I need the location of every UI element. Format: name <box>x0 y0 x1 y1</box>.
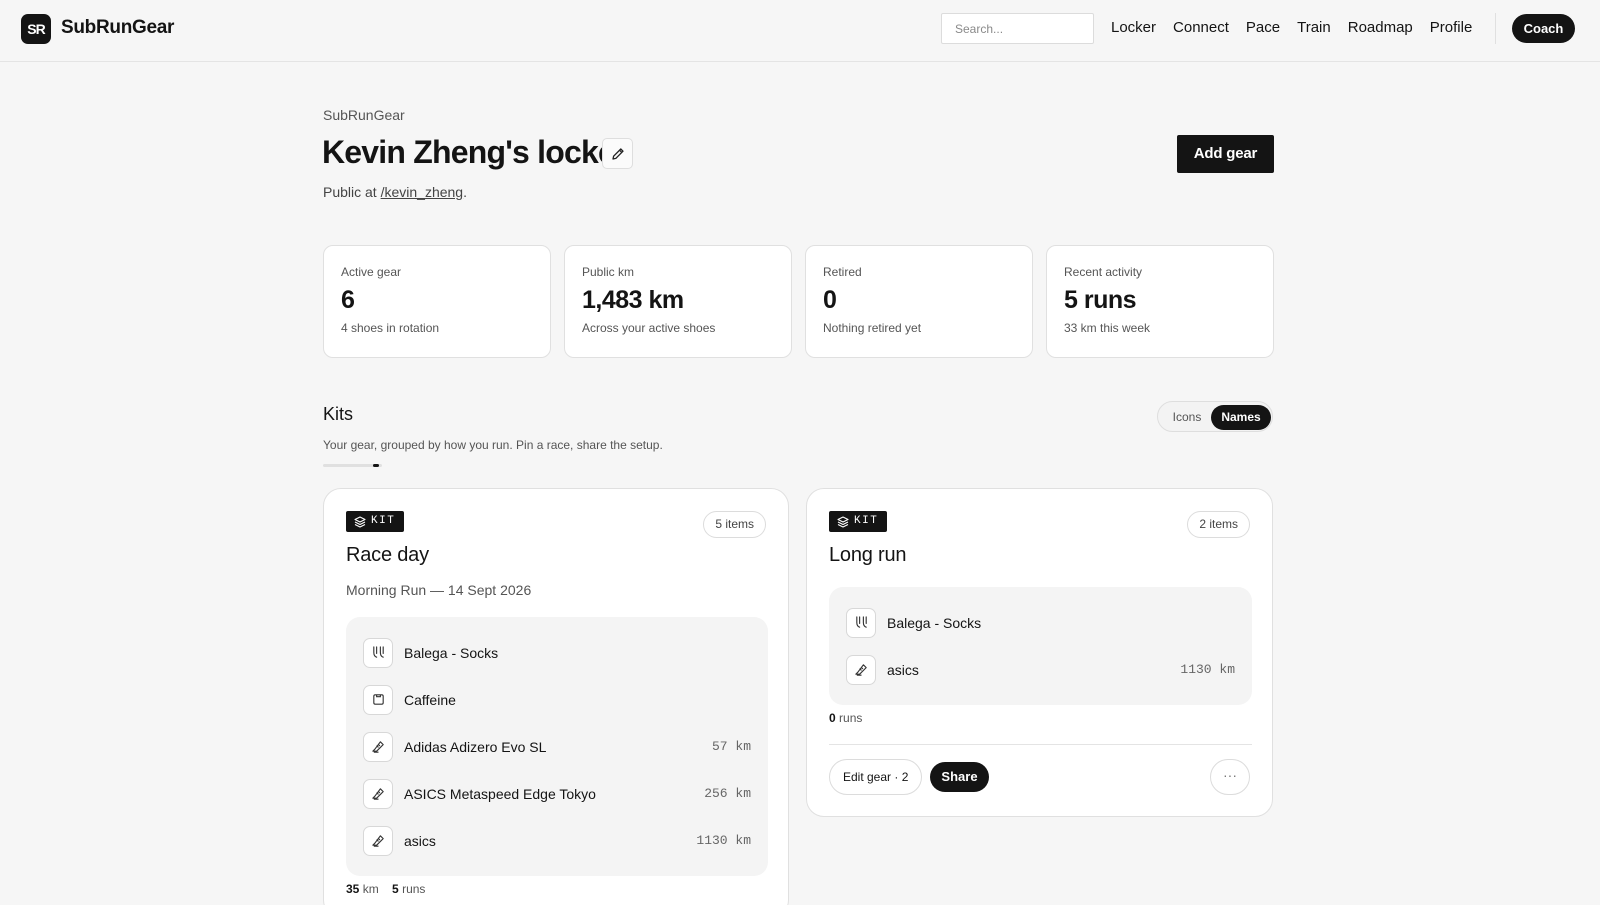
stat-label: Active gear <box>341 265 402 279</box>
kits-subheading: Your gear, grouped by how you run. Pin a… <box>323 438 663 452</box>
km-total-value: 35 <box>346 882 360 896</box>
nav-locker[interactable]: Locker <box>1111 19 1156 36</box>
list-item[interactable]: Balega - Socks <box>363 629 751 676</box>
kit-title[interactable]: Race day <box>346 544 429 567</box>
kit-totals: 35 km 5 runs <box>346 882 425 896</box>
nav-profile[interactable]: Profile <box>1430 19 1473 36</box>
kits-scroll-indicator[interactable] <box>323 464 382 467</box>
scroll-indicator-thumb[interactable] <box>373 464 380 467</box>
item-name: Adidas Adizero Evo SL <box>404 738 547 755</box>
item-name: asics <box>887 661 919 678</box>
toggle-names[interactable]: Names <box>1211 405 1271 430</box>
kit-item-list: Balega - Socks asics 1130 km <box>829 587 1252 705</box>
stat-subtext: Nothing retired yet <box>823 321 922 335</box>
stat-recent-activity: Recent activity 5 runs 33 km this week <box>1046 245 1274 358</box>
share-button[interactable]: Share <box>930 762 989 792</box>
stat-active-gear: Active gear 6 4 shoes in rotation <box>323 245 551 358</box>
kit-totals: 0 runs <box>829 711 862 725</box>
list-item[interactable]: Balega - Socks <box>846 599 1235 646</box>
list-item[interactable]: Caffeine <box>363 676 751 723</box>
item-name: Balega - Socks <box>404 644 499 661</box>
stat-retired: Retired 0 Nothing retired yet <box>805 245 1033 358</box>
nav-roadmap[interactable]: Roadmap <box>1348 19 1413 36</box>
public-profile-link[interactable]: /kevin_zheng <box>381 184 464 200</box>
item-km: 1130 km <box>696 833 751 848</box>
runs-total-unit: runs <box>402 882 426 896</box>
stat-label: Recent activity <box>1064 265 1143 279</box>
socks-icon <box>846 607 876 638</box>
item-name: asics <box>404 832 436 849</box>
more-options-button[interactable]: ··· <box>1210 759 1250 795</box>
brand-name[interactable]: SubRunGear <box>61 17 174 39</box>
stat-subtext: 4 shoes in rotation <box>341 321 440 335</box>
caffeine-icon <box>363 684 393 715</box>
shoe-icon <box>846 654 876 685</box>
socks-icon <box>363 637 393 668</box>
public-suffix: . <box>463 184 467 200</box>
page-title: Kevin Zheng's locker <box>322 134 627 170</box>
shoe-icon <box>363 731 393 762</box>
coach-button[interactable]: Coach <box>1512 14 1575 43</box>
top-bar: SR SubRunGear Locker Connect Pace Train … <box>0 0 1600 62</box>
pencil-icon <box>612 148 624 160</box>
kit-badge: KIT <box>829 511 888 532</box>
layers-icon <box>837 515 849 528</box>
kit-event: Morning Run — 14 Sept 2026 <box>346 582 532 598</box>
edit-gear-button[interactable]: Edit gear · 2 <box>829 759 923 795</box>
add-gear-button[interactable]: Add gear <box>1177 135 1274 173</box>
km-total-unit: km <box>362 882 379 896</box>
layers-icon <box>354 515 366 528</box>
item-km: 256 km <box>704 786 751 801</box>
item-name: ASICS Metaspeed Edge Tokyo <box>404 785 596 802</box>
kit-badge-label: KIT <box>371 515 396 527</box>
kit-card-long-run[interactable]: KIT 2 items Long run Balega - Socks asic… <box>806 488 1273 817</box>
kits-heading: Kits <box>323 404 354 424</box>
stat-value: 6 <box>341 286 355 314</box>
kit-item-list: Balega - Socks Caffeine Adidas Adizero E… <box>346 617 768 876</box>
view-toggle: Icons Names <box>1157 401 1273 432</box>
item-count-badge: 2 items <box>1187 511 1250 538</box>
nav-train[interactable]: Train <box>1297 19 1331 36</box>
shoe-icon <box>363 778 393 809</box>
public-url-text: Public at /kevin_zheng. <box>323 184 467 200</box>
shoe-icon <box>363 825 393 856</box>
list-item[interactable]: ASICS Metaspeed Edge Tokyo 256 km <box>363 770 751 817</box>
item-km: 57 km <box>711 739 751 754</box>
nav-divider <box>1495 13 1496 44</box>
item-km: 1130 km <box>1180 662 1235 677</box>
kit-title[interactable]: Long run <box>829 544 907 567</box>
stat-label: Retired <box>823 265 862 279</box>
item-name: Balega - Socks <box>887 614 982 631</box>
toggle-icons[interactable]: Icons <box>1164 405 1210 430</box>
runs-total-value: 5 <box>392 882 399 896</box>
nav-pace[interactable]: Pace <box>1246 19 1280 36</box>
breadcrumb[interactable]: SubRunGear <box>323 107 405 123</box>
stat-public-km: Public km 1,483 km Across your active sh… <box>564 245 792 358</box>
item-count-badge: 5 items <box>703 511 766 538</box>
search-input[interactable] <box>941 13 1094 44</box>
logo-icon[interactable]: SR <box>21 14 51 44</box>
stat-value: 0 <box>823 286 837 314</box>
edit-title-button[interactable] <box>602 138 633 169</box>
stat-value: 5 runs <box>1064 286 1137 314</box>
stat-subtext: Across your active shoes <box>582 321 716 335</box>
stat-label: Public km <box>582 265 635 279</box>
runs-total-unit: runs <box>839 711 863 725</box>
nav-connect[interactable]: Connect <box>1173 19 1229 36</box>
list-item[interactable]: asics 1130 km <box>846 646 1235 693</box>
kit-badge-label: KIT <box>854 515 879 527</box>
list-item[interactable]: Adidas Adizero Evo SL 57 km <box>363 723 751 770</box>
stat-value: 1,483 km <box>582 286 684 314</box>
item-name: Caffeine <box>404 691 456 708</box>
card-divider <box>829 744 1252 745</box>
kit-badge: KIT <box>346 511 405 532</box>
main-nav: Locker Connect Pace Train Roadmap Profil… <box>1111 19 1472 36</box>
list-item[interactable]: asics 1130 km <box>363 817 751 864</box>
kit-card-race-day[interactable]: KIT 5 items Race day Morning Run — 14 Se… <box>323 488 789 905</box>
runs-total-value: 0 <box>829 711 836 725</box>
stat-subtext: 33 km this week <box>1064 321 1151 335</box>
public-prefix: Public at <box>323 184 381 200</box>
